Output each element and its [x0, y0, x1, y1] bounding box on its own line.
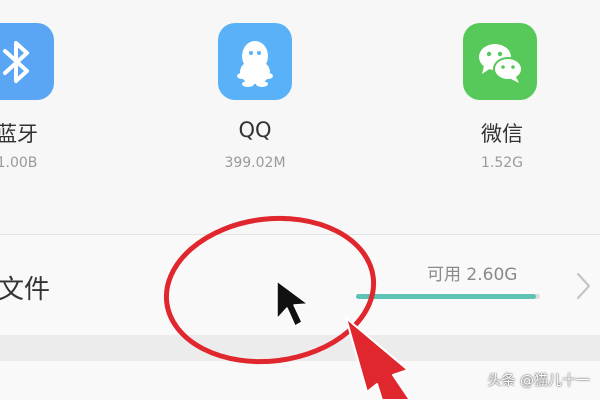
app-name: 微信	[481, 122, 523, 146]
bluetooth-icon	[0, 23, 54, 100]
watermark: 头条 @猫儿十一	[487, 373, 590, 389]
storage-usage-fill	[356, 294, 537, 299]
wechat-icon	[463, 23, 537, 100]
app-name: QQ	[238, 118, 272, 142]
app-name: 蓝牙	[0, 122, 38, 146]
storage-usage-bar	[356, 294, 540, 299]
files-storage-row[interactable]: 文件 可用 2.60G	[0, 235, 600, 335]
section-gap	[0, 335, 600, 361]
files-label: 文件	[0, 275, 51, 305]
app-size: 1.00B	[0, 155, 38, 171]
chevron-right-icon[interactable]	[574, 271, 594, 301]
app-size: 1.52G	[480, 155, 524, 171]
app-size: 399.02M	[224, 155, 286, 171]
app-storage-grid: 蓝牙 1.00B QQ 399.02M 微信 1.52G	[0, 0, 600, 234]
available-storage-text: 可用 2.60G	[427, 265, 518, 285]
qq-penguin-icon	[218, 23, 292, 100]
